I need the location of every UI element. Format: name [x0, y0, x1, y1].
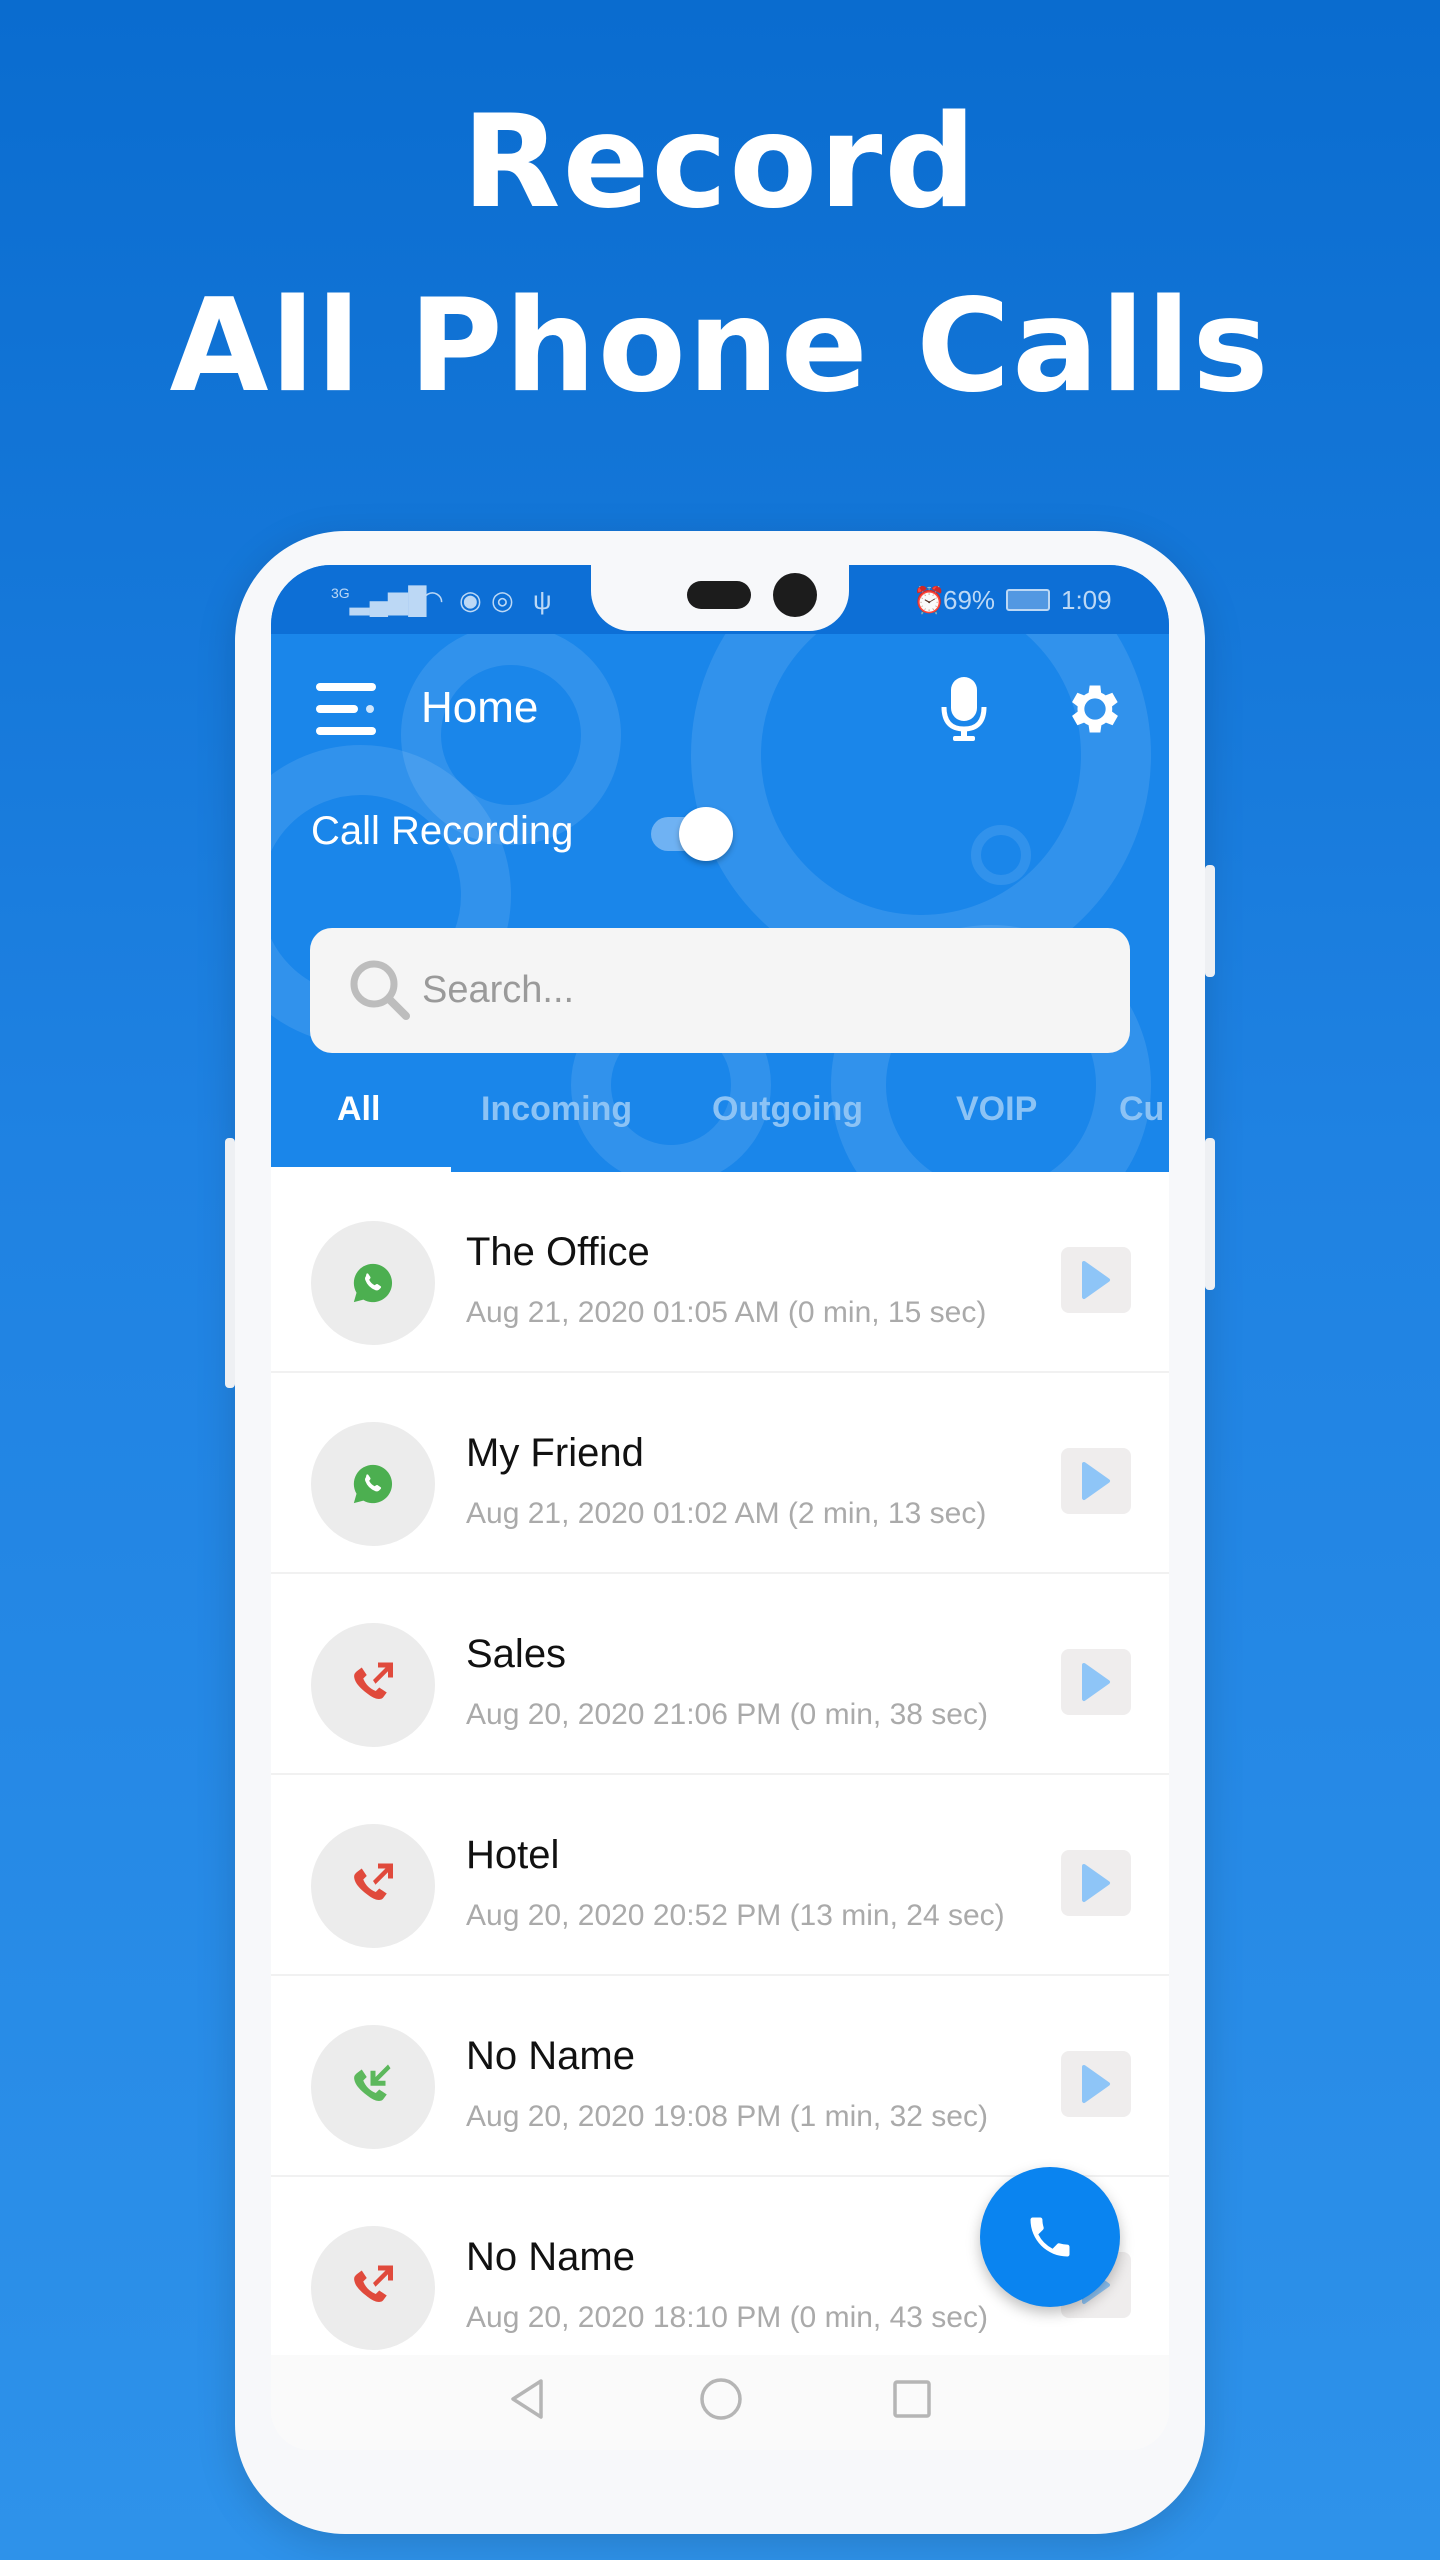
recording-row[interactable]: Sales Aug 20, 2020 21:06 PM (0 min, 38 s…: [271, 1574, 1169, 1775]
page-title: Home: [421, 683, 539, 732]
play-icon: [1082, 1864, 1110, 1902]
speaker-icon: [687, 581, 751, 609]
menu-icon[interactable]: [316, 683, 378, 735]
play-button[interactable]: [1061, 1247, 1131, 1313]
wifi-icon: ◠: [421, 585, 444, 615]
back-icon[interactable]: [507, 2377, 547, 2421]
app-header: 3G▂▄▆█ ◠ ◉ ◎ ψ ⏰ 69% 1:09 Home Call Reco…: [271, 565, 1169, 1172]
phone-side-button: [1205, 1138, 1215, 1290]
call-details: Aug 21, 2020 01:02 AM (2 min, 13 sec): [466, 1497, 987, 1530]
navigation-bar: [271, 2355, 1169, 2450]
recording-row[interactable]: No Name Aug 20, 2020 19:08 PM (1 min, 32…: [271, 1976, 1169, 2177]
call-details: Aug 20, 2020 20:52 PM (13 min, 24 sec): [466, 1899, 1005, 1932]
call-details: Aug 21, 2020 01:05 AM (0 min, 15 sec): [466, 1296, 987, 1329]
play-button[interactable]: [1061, 1448, 1131, 1514]
play-icon: [1082, 1663, 1110, 1701]
recents-icon[interactable]: [892, 2379, 932, 2419]
microphone-icon[interactable]: [939, 677, 989, 743]
outgoing-call-icon: [311, 1623, 435, 1747]
dial-fab-button[interactable]: [980, 2167, 1120, 2307]
recording-row[interactable]: My Friend Aug 21, 2020 01:02 AM (2 min, …: [271, 1373, 1169, 1574]
tab-voip[interactable]: VOIP: [956, 1090, 1037, 1129]
play-button[interactable]: [1061, 1649, 1131, 1715]
phone-screen: 3G▂▄▆█ ◠ ◉ ◎ ψ ⏰ 69% 1:09 Home Call Reco…: [271, 565, 1169, 2450]
contact-name: No Name: [466, 2034, 635, 2078]
battery-percent: 69%: [943, 585, 996, 615]
usb-icon: ψ: [533, 585, 552, 615]
contact-name: The Office: [466, 1230, 650, 1274]
call-details: Aug 20, 2020 19:08 PM (1 min, 32 sec): [466, 2100, 988, 2133]
settings-gear-icon[interactable]: [1063, 677, 1127, 741]
contact-name: No Name: [466, 2235, 635, 2279]
toggle-knob[interactable]: [679, 807, 733, 861]
phone-side-button: [225, 1138, 235, 1388]
signal-icon: 3G▂▄▆█: [331, 585, 427, 615]
play-button[interactable]: [1061, 2051, 1131, 2117]
tab-outgoing[interactable]: Outgoing: [712, 1090, 863, 1129]
whatsapp-call-icon: [311, 1221, 435, 1345]
tab-incoming[interactable]: Incoming: [481, 1090, 632, 1129]
contact-name: Hotel: [466, 1833, 560, 1877]
clock: 1:09: [1061, 585, 1112, 615]
phone-side-button: [1205, 865, 1215, 977]
alarm-icon: ⏰: [913, 585, 946, 615]
camera-icon: [773, 573, 817, 617]
outgoing-call-icon: [311, 1824, 435, 1948]
play-icon: [1082, 1261, 1110, 1299]
call-details: Aug 20, 2020 21:06 PM (0 min, 38 sec): [466, 1698, 988, 1731]
recording-row[interactable]: Hotel Aug 20, 2020 20:52 PM (13 min, 24 …: [271, 1775, 1169, 1976]
call-recording-label: Call Recording: [311, 809, 574, 853]
headline-line2: All Phone Calls: [169, 272, 1271, 421]
call-details: Aug 20, 2020 18:10 PM (0 min, 43 sec): [466, 2301, 988, 2334]
contact-name: My Friend: [466, 1431, 644, 1475]
search-box[interactable]: [310, 928, 1130, 1053]
incoming-call-icon: [311, 2025, 435, 2149]
phone-icon: [1030, 2217, 1070, 2257]
home-icon[interactable]: [699, 2377, 743, 2421]
search-icon: [350, 960, 410, 1020]
vpn-icon: ◎: [491, 585, 514, 615]
search-input[interactable]: [422, 958, 1102, 1022]
play-icon: [1082, 1462, 1110, 1500]
tab-custom[interactable]: Cu: [1119, 1090, 1164, 1129]
contact-name: Sales: [466, 1632, 567, 1676]
camera-notch: [591, 565, 849, 631]
play-icon: [1082, 2065, 1110, 2103]
recording-row[interactable]: The Office Aug 21, 2020 01:05 AM (0 min,…: [271, 1172, 1169, 1373]
tab-all[interactable]: All: [337, 1090, 380, 1129]
battery-icon: [1006, 589, 1050, 611]
headline-line1: Record: [462, 88, 978, 237]
outgoing-call-icon: [311, 2226, 435, 2350]
eye-icon: ◉: [459, 585, 482, 615]
play-button[interactable]: [1061, 1850, 1131, 1916]
whatsapp-call-icon: [311, 1422, 435, 1546]
